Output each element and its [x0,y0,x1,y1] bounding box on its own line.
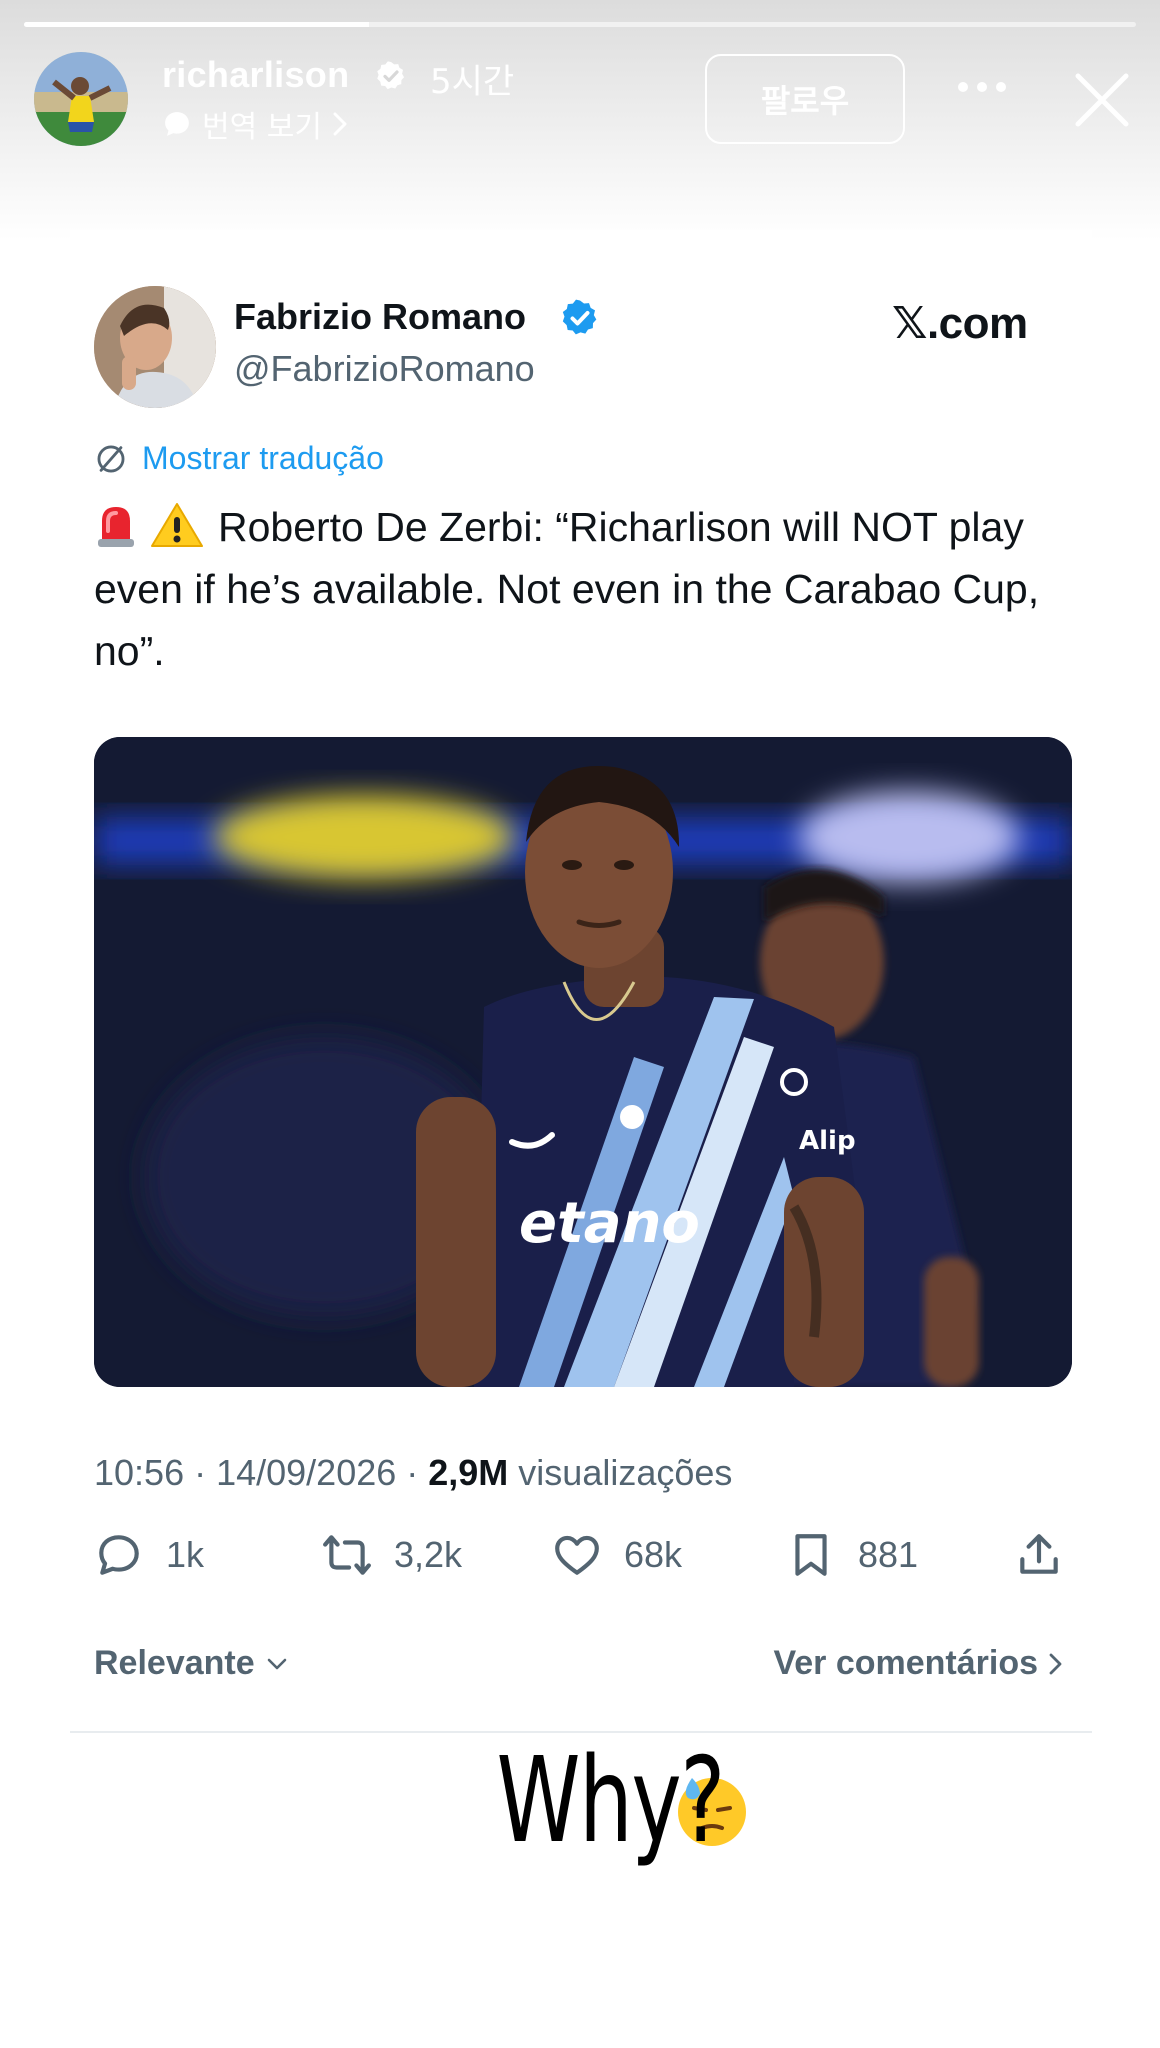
tweet-text: Roberto De Zerbi: “Richarlison will NOT … [94,496,1074,682]
tweet-timestamp[interactable]: 10:56 · 14/09/2026 · [94,1452,428,1493]
tweet-author-name[interactable]: Fabrizio Romano [234,296,526,338]
story-caption: Why? [0,1720,1160,1880]
author-avatar-image [94,286,216,408]
show-translation-link[interactable]: Mostrar tradução [94,440,384,477]
retweet-count: 3,2k [394,1534,463,1575]
chevron-down-icon [267,1658,286,1669]
translate-globe-icon [97,445,125,472]
story-header: richarlison 5시간 번역 보기 팔로우 [0,0,1160,240]
sort-relevant-dropdown[interactable]: Relevante [94,1644,289,1683]
tweet-body: Roberto De Zerbi: “Richarlison will NOT … [94,504,1040,674]
tweet-actions-bar: 1k 3,2k 68k 881 [94,1530,1084,1600]
tweet-card: Fabrizio Romano @FabrizioRomano 𝕏.com Mo… [70,230,1092,1730]
bookmark-icon [795,1534,827,1576]
police-light-icon [98,507,134,547]
profile-avatar[interactable] [34,52,128,146]
tweet-views-count: 2,9M [428,1452,509,1493]
like-count: 68k [624,1534,683,1575]
tweet-meta: 10:56 · 14/09/2026 · 2,9M visualizações [94,1452,732,1494]
avatar-image [34,52,128,146]
tweet-photo[interactable]: etano Alip [94,737,1072,1387]
warning-icon [151,503,203,547]
heart-icon [555,1535,599,1575]
x-com-source-label: 𝕏.com [892,299,1028,348]
speech-bubble-icon [165,112,189,136]
reply-button[interactable]: 1k [94,1530,204,1580]
tweet-author-handle[interactable]: @FabrizioRomano [234,348,535,390]
svg-text:Alip: Alip [799,1126,856,1156]
player-photo: etano Alip [94,737,1072,1387]
share-icon [1020,1534,1058,1574]
view-comments-label: Ver comentários [773,1644,1038,1682]
tweet-footer: Relevante Ver comentários [94,1644,1084,1694]
close-icon[interactable] [1072,70,1132,130]
show-translation-label: Mostrar tradução [142,440,384,476]
follow-button[interactable]: 팔로우 [705,54,905,144]
share-button[interactable] [1014,1530,1064,1580]
reply-icon [99,1535,139,1575]
more-options-icon[interactable] [958,82,1006,92]
see-translation-link[interactable]: 번역 보기 [162,102,348,146]
story-progress-fill [24,22,369,27]
chevron-right-icon [333,112,347,136]
bookmark-count: 881 [858,1534,919,1575]
verified-badge-icon [377,61,405,90]
tweet-views-label: visualizações [508,1452,733,1493]
see-translation-label: 번역 보기 [202,110,322,145]
sort-label: Relevante [94,1644,255,1682]
bookmark-button[interactable]: 881 [786,1530,918,1580]
like-button[interactable]: 68k [552,1530,682,1580]
verified-badge-icon [562,299,597,335]
chevron-right-icon [1049,1653,1062,1674]
retweet-icon [323,1535,371,1575]
tweet-author-avatar[interactable] [94,286,216,408]
story-time-ago: 5시간 [430,62,515,102]
view-comments-link[interactable]: Ver comentários [773,1644,1064,1683]
story-progress-bar [24,22,1136,27]
story-username[interactable]: richarlison [162,54,349,96]
svg-text:etano: etano [519,1191,700,1256]
retweet-button[interactable]: 3,2k [322,1530,462,1580]
story-caption-text: Why? [496,1731,725,1869]
reply-count: 1k [166,1534,205,1575]
